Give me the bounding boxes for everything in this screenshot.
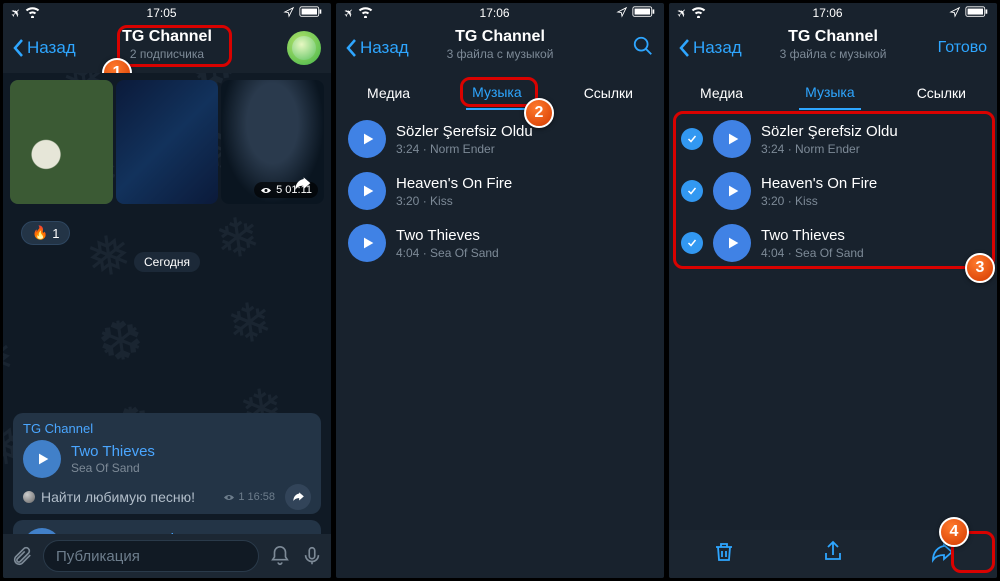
battery-icon — [632, 6, 656, 21]
airplane-icon: ✈ — [341, 4, 358, 21]
wifi-icon — [691, 6, 706, 21]
play-button[interactable] — [348, 120, 386, 158]
nav-bar: Назад TG Channel3 файла с музыкой Готово — [669, 23, 997, 73]
track-title: Heaven's On Fire — [761, 175, 877, 192]
back-button[interactable]: Назад — [679, 38, 742, 58]
tab-links[interactable]: Ссылки — [911, 85, 972, 101]
link-preview-icon — [23, 491, 35, 503]
play-button[interactable] — [713, 120, 751, 158]
play-button[interactable] — [348, 172, 386, 210]
callout-badge-3: 3 — [965, 253, 995, 283]
message-caption: Найти любимую песню! — [41, 489, 195, 505]
music-row[interactable]: Heaven's On Fire 3:20 · Kiss — [669, 165, 997, 217]
wifi-icon — [25, 6, 40, 21]
location-icon — [949, 6, 961, 21]
battery-icon — [965, 6, 989, 21]
back-label: Назад — [27, 38, 76, 58]
track-title: Two Thieves — [761, 227, 864, 244]
nav-bar: Назад TG Channel3 файла с музыкой — [336, 23, 664, 73]
tab-links[interactable]: Ссылки — [578, 85, 639, 101]
message[interactable]: Heaven's On FireKiss Найти любимую песню… — [13, 520, 321, 534]
track-title: Sözler Şerefsiz Oldu — [396, 123, 533, 140]
tab-music[interactable]: Музыка — [466, 84, 528, 110]
share-media-button[interactable] — [287, 169, 317, 199]
track-title: Two Thieves — [396, 227, 499, 244]
callout-badge-4: 4 — [939, 517, 969, 547]
mic-button[interactable] — [301, 545, 323, 567]
checkbox-checked[interactable] — [681, 128, 703, 150]
media-thumb[interactable] — [116, 80, 219, 204]
screen-music-select: ✈ 17:06 Назад TG Channel3 файла с музыко… — [669, 3, 997, 578]
music-row[interactable]: Two Thieves 4:04 · Sea Of Sand — [336, 217, 664, 269]
reaction-fire[interactable]: 🔥 1 — [21, 221, 70, 245]
tab-music[interactable]: Музыка — [799, 84, 861, 110]
media-gallery[interactable]: 5 01:11 — [7, 77, 327, 207]
attach-button[interactable] — [11, 545, 33, 567]
airplane-icon: ✈ — [8, 4, 25, 21]
track-meta: 3:20 · Kiss — [396, 194, 512, 208]
music-row[interactable]: Sözler Şerefsiz Oldu 3:24 · Norm Ender — [669, 113, 997, 165]
search-button[interactable] — [632, 35, 654, 62]
message-channel: TG Channel — [23, 421, 311, 436]
media-tabs: Медиа Музыка Ссылки — [669, 73, 997, 113]
message[interactable]: TG Channel Two ThievesSea Of Sand Найти … — [13, 413, 321, 514]
play-button[interactable] — [713, 224, 751, 262]
message-meta: 116:58 — [223, 491, 275, 503]
track-meta: 4:04 · Sea Of Sand — [761, 246, 864, 260]
compose-bar: Публикация — [3, 534, 331, 578]
delete-button[interactable] — [712, 540, 736, 569]
back-label: Назад — [693, 38, 742, 58]
status-bar: ✈ 17:05 — [3, 3, 331, 23]
screen-music-list: ✈ 17:06 Назад TG Channel3 файла с музыко… — [336, 3, 664, 578]
media-thumb[interactable] — [10, 80, 113, 204]
track-title: Two Thieves — [71, 443, 155, 460]
track-meta: 3:24 · Norm Ender — [761, 142, 898, 156]
checkbox-checked[interactable] — [681, 180, 703, 202]
airplane-icon: ✈ — [674, 4, 691, 21]
back-button[interactable]: Назад — [13, 38, 76, 58]
status-time: 17:06 — [480, 6, 510, 20]
play-button[interactable] — [23, 440, 61, 478]
notification-toggle[interactable] — [269, 545, 291, 567]
status-time: 17:06 — [813, 6, 843, 20]
battery-icon — [299, 6, 323, 21]
music-list-selectable: Sözler Şerefsiz Oldu 3:24 · Norm Ender He… — [669, 113, 997, 269]
chat-area: 5 01:11 🔥 1 Сегодня TG Channel Two Thiev… — [3, 73, 331, 534]
track-meta: 3:20 · Kiss — [761, 194, 877, 208]
status-time: 17:05 — [147, 6, 177, 20]
play-button[interactable] — [713, 172, 751, 210]
nav-bar: Назад TG Channel 2 подписчика — [3, 23, 331, 73]
checkbox-checked[interactable] — [681, 232, 703, 254]
compose-input[interactable]: Публикация — [43, 540, 259, 572]
track-meta: 3:24 · Norm Ender — [396, 142, 533, 156]
track-title: Sözler Şerefsiz Oldu — [761, 123, 898, 140]
track-meta: 4:04 · Sea Of Sand — [396, 246, 499, 260]
track-title: Heaven's On Fire — [396, 175, 512, 192]
media-tabs: Медиа Музыка Ссылки — [336, 73, 664, 113]
status-bar: ✈ 17:06 — [669, 3, 997, 23]
play-button[interactable] — [348, 224, 386, 262]
music-row[interactable]: Heaven's On Fire 3:20 · Kiss — [336, 165, 664, 217]
track-artist: Sea Of Sand — [71, 461, 155, 475]
wifi-icon — [358, 6, 373, 21]
channel-avatar[interactable] — [287, 31, 321, 65]
callout-badge-2: 2 — [524, 98, 554, 128]
music-list: Sözler Şerefsiz Oldu 3:24 · Norm Ender He… — [336, 113, 664, 269]
location-icon — [616, 6, 628, 21]
music-row[interactable]: Sözler Şerefsiz Oldu 3:24 · Norm Ender — [336, 113, 664, 165]
screen-channel-chat: ✈ 17:05 Назад TG Channel 2 подписчика 1 — [3, 3, 331, 578]
tab-media[interactable]: Медиа — [361, 85, 416, 101]
back-label: Назад — [360, 38, 409, 58]
tab-media[interactable]: Медиа — [694, 85, 749, 101]
location-icon — [283, 6, 295, 21]
back-button[interactable]: Назад — [346, 38, 409, 58]
music-row[interactable]: Two Thieves 4:04 · Sea Of Sand — [669, 217, 997, 269]
share-sheet-button[interactable] — [821, 540, 845, 569]
date-separator: Сегодня — [3, 253, 331, 271]
share-button[interactable] — [285, 484, 311, 510]
status-bar: ✈ 17:06 — [336, 3, 664, 23]
done-button[interactable]: Готово — [938, 39, 987, 57]
